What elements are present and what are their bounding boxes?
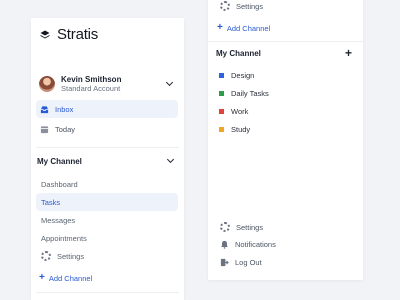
color-swatch — [219, 109, 224, 114]
add-channel-plus-icon[interactable]: + — [345, 46, 352, 60]
color-swatch — [219, 73, 224, 78]
channel-work[interactable]: Work — [219, 107, 248, 116]
chevron-down-icon[interactable] — [165, 78, 174, 87]
inbox-icon — [40, 105, 49, 113]
notifications-link[interactable]: Notifications — [220, 240, 276, 249]
channel-item-label: Dashboard — [41, 179, 78, 189]
channel-daily-tasks[interactable]: Daily Tasks — [219, 89, 269, 98]
brand-name: Stratis — [57, 26, 99, 43]
channel-label: Daily Tasks — [231, 89, 269, 98]
user-name: Kevin Smithson — [61, 75, 122, 84]
gear-icon — [220, 1, 230, 11]
channel-item-appointments[interactable]: Appointments — [36, 229, 178, 247]
color-swatch — [219, 91, 224, 96]
divider — [208, 41, 363, 42]
notifications-label: Notifications — [235, 240, 276, 249]
divider — [36, 147, 179, 148]
settings-link[interactable]: Settings — [220, 222, 263, 232]
layers-logo-icon — [40, 30, 50, 38]
add-channel-label: Add Channel — [48, 273, 93, 283]
sidebar-expanded: Stratis Kevin Smithson Standard Account … — [31, 18, 184, 300]
channel-design[interactable]: Design — [219, 71, 254, 80]
settings-label: Settings — [236, 1, 264, 11]
nav-item-label: Today — [55, 124, 76, 134]
bell-icon — [221, 240, 228, 249]
user-account-switcher[interactable]: Kevin Smithson Standard Account — [36, 71, 180, 97]
add-channel-button[interactable]: + Add Channel — [217, 23, 270, 33]
divider — [36, 292, 179, 293]
settings-label: Settings — [236, 222, 264, 232]
logout-icon — [220, 258, 229, 267]
channel-label: Work — [231, 107, 249, 116]
settings-label: Settings — [57, 251, 85, 261]
chevron-down-icon[interactable] — [166, 155, 175, 164]
color-swatch — [219, 127, 224, 132]
logout-link[interactable]: Log Out — [220, 258, 262, 267]
avatar — [39, 76, 55, 92]
section-title-my-channel: My Channel — [216, 49, 261, 58]
gear-icon — [41, 251, 51, 261]
channel-label: Study — [231, 125, 251, 134]
section-title-my-channel: My Channel — [37, 157, 82, 166]
settings-link-top[interactable]: Settings — [220, 1, 263, 11]
nav-item-label: Inbox — [55, 104, 74, 114]
calendar-icon — [40, 125, 49, 133]
channel-item-label: Tasks — [41, 197, 61, 207]
gear-icon — [220, 222, 230, 232]
nav-item-today[interactable]: Today — [36, 120, 178, 138]
user-role: Standard Account — [61, 84, 121, 93]
plus-icon: + — [39, 272, 45, 283]
brand-logo[interactable]: Stratis — [40, 26, 98, 43]
settings-link[interactable]: Settings — [41, 247, 84, 265]
channel-item-label: Appointments — [41, 233, 87, 243]
sidebar-channel-panel: Settings + Add Channel My Channel + Desi… — [208, 0, 363, 280]
nav-item-inbox[interactable]: Inbox — [36, 100, 178, 118]
plus-icon: + — [217, 22, 223, 33]
channel-item-tasks[interactable]: Tasks — [36, 193, 178, 211]
channel-item-messages[interactable]: Messages — [36, 211, 178, 229]
channel-item-label: Messages — [41, 215, 76, 225]
add-channel-label: Add Channel — [226, 23, 271, 33]
channel-item-dashboard[interactable]: Dashboard — [36, 175, 178, 193]
add-channel-button[interactable]: + Add Channel — [39, 273, 92, 283]
channel-label: Design — [231, 71, 255, 80]
channel-study[interactable]: Study — [219, 125, 250, 134]
logout-label: Log Out — [235, 258, 262, 267]
